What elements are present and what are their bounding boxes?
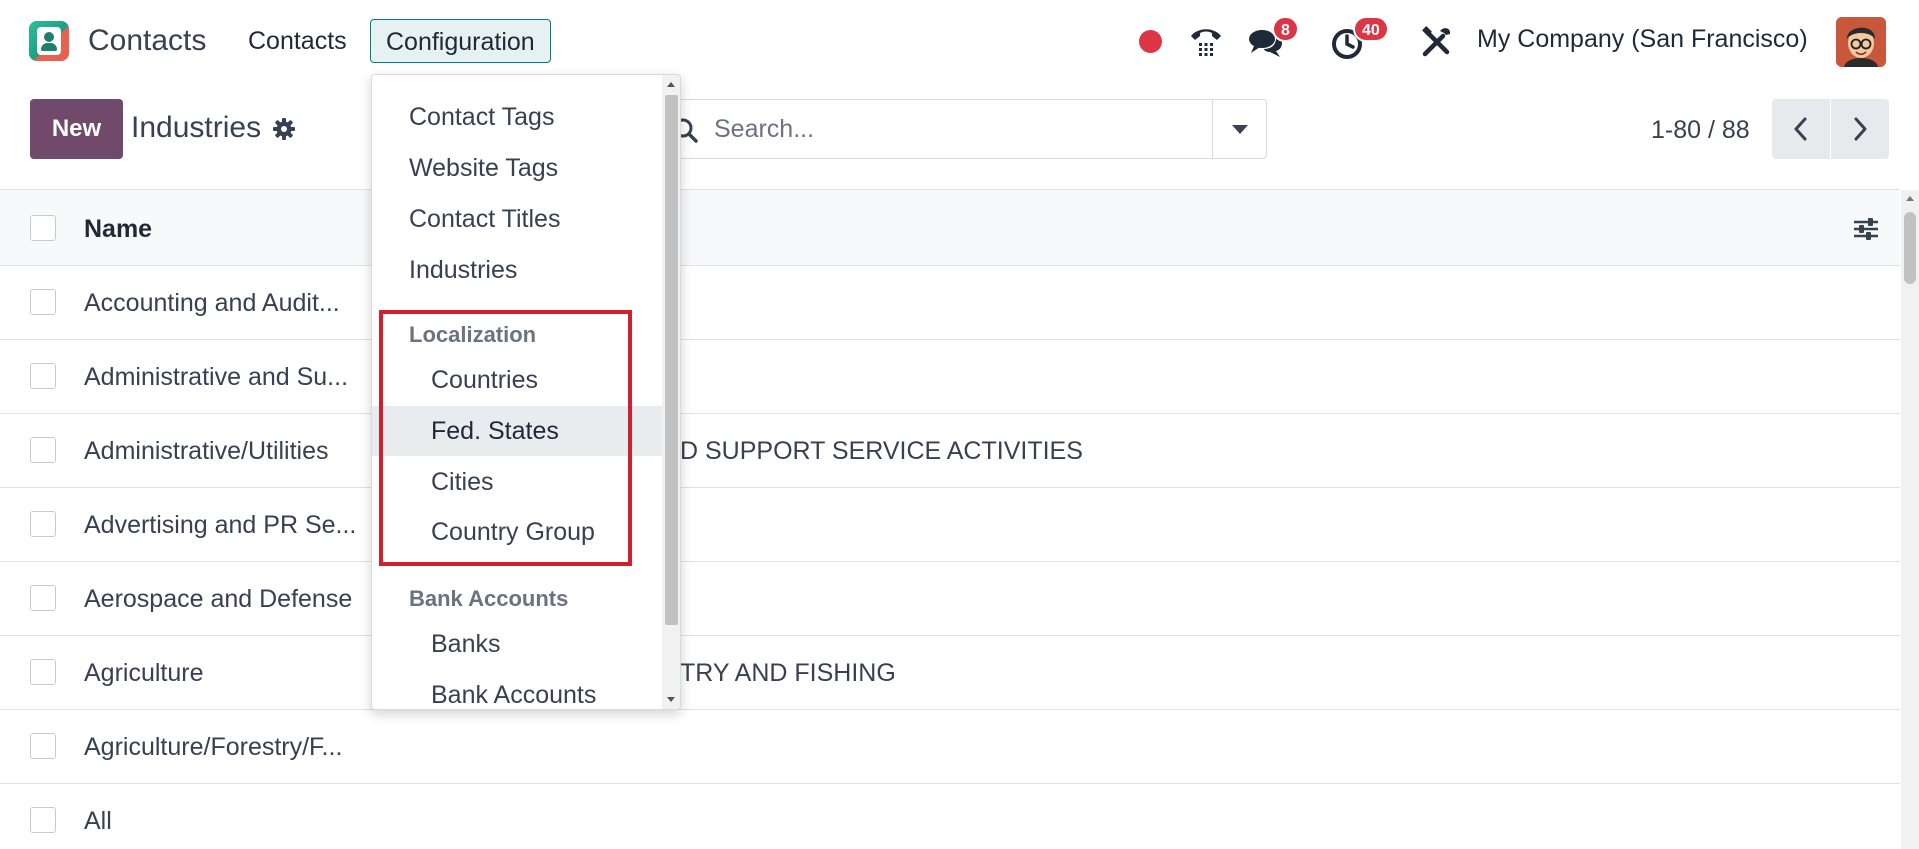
menu-item-website-tags[interactable]: Website Tags xyxy=(372,143,662,193)
search-input[interactable] xyxy=(714,108,1194,150)
row-checkbox[interactable] xyxy=(30,733,56,759)
menu-item-bank-accounts[interactable]: Bank Accounts xyxy=(372,670,662,709)
list-scrollbar[interactable] xyxy=(1901,190,1919,849)
messages-badge: 8 xyxy=(1272,16,1299,42)
app-icon-person-body xyxy=(41,43,57,51)
menu-configuration[interactable]: Configuration xyxy=(370,19,551,63)
table-row[interactable]: Administrative and Su... xyxy=(0,340,1900,414)
row-name: Administrative/Utilities xyxy=(84,437,329,465)
menu-item-fed-states[interactable]: Fed. States xyxy=(372,406,662,456)
row-name: All xyxy=(84,807,112,835)
row-name: Agriculture/Forestry/F... xyxy=(84,733,343,761)
bank-accounts-section-header: Bank Accounts xyxy=(409,586,569,611)
recording-dot-icon[interactable] xyxy=(1139,30,1162,53)
scrollbar-thumb[interactable] xyxy=(1904,212,1916,284)
search-bar xyxy=(655,99,1267,159)
avatar-face-icon xyxy=(1836,17,1886,67)
table-row[interactable]: All xyxy=(0,784,1900,849)
phone-icon[interactable] xyxy=(1186,22,1226,62)
dropdown-scrollbar[interactable] xyxy=(662,75,680,709)
pager-value[interactable]: 1-80 / 88 xyxy=(1651,116,1750,145)
chevron-right-icon xyxy=(1854,117,1867,141)
top-navbar: Contacts Contacts Configuration 8 40 My … xyxy=(0,0,1919,84)
contacts-app-icon[interactable] xyxy=(29,21,69,61)
user-avatar[interactable] xyxy=(1836,17,1886,67)
table-row[interactable]: Agriculture/Forestry/F... xyxy=(0,710,1900,784)
menu-item-cities[interactable]: Cities xyxy=(372,457,662,507)
row-name: Agriculture xyxy=(84,659,204,687)
sliders-icon[interactable] xyxy=(1852,216,1880,242)
menu-item-country-group[interactable]: Country Group xyxy=(372,507,662,557)
chevron-left-icon xyxy=(1794,117,1807,141)
row-name: Administrative and Su... xyxy=(84,363,349,391)
menu-contacts[interactable]: Contacts xyxy=(232,19,363,63)
row-checkbox[interactable] xyxy=(30,807,56,833)
row-checkbox[interactable] xyxy=(30,585,56,611)
row-checkbox[interactable] xyxy=(30,363,56,389)
new-button[interactable]: New xyxy=(30,99,123,159)
configuration-dropdown: Contact Tags Website Tags Contact Titles… xyxy=(371,74,681,710)
scroll-down-arrow-icon[interactable] xyxy=(667,697,675,702)
row-full-name: TRY AND FISHING xyxy=(680,659,896,687)
column-header-name[interactable]: Name xyxy=(84,215,152,244)
menu-item-industries[interactable]: Industries xyxy=(372,245,662,295)
company-switcher[interactable]: My Company (San Francisco) xyxy=(1477,25,1808,54)
select-all-checkbox[interactable] xyxy=(30,215,56,241)
table-row[interactable]: Administrative/Utilities D SUPPORT SERVI… xyxy=(0,414,1900,488)
search-options-toggle[interactable] xyxy=(1212,100,1266,158)
row-checkbox[interactable] xyxy=(30,659,56,685)
row-name: Aerospace and Defense xyxy=(84,585,353,613)
row-name: Advertising and PR Se... xyxy=(84,511,357,539)
pager-next-button[interactable] xyxy=(1831,99,1889,159)
activities-badge: 40 xyxy=(1353,16,1389,42)
table-row[interactable]: Advertising and PR Se... xyxy=(0,488,1900,562)
breadcrumb-industries: Industries xyxy=(131,111,262,144)
row-name: Accounting and Audit... xyxy=(84,289,340,317)
row-full-name: D SUPPORT SERVICE ACTIVITIES xyxy=(680,437,1083,465)
menu-item-contact-titles[interactable]: Contact Titles xyxy=(372,194,662,244)
caret-down-icon xyxy=(1232,125,1248,134)
gear-icon[interactable] xyxy=(272,117,296,141)
table-row[interactable]: Agriculture TRY AND FISHING xyxy=(0,636,1900,710)
pager-previous-button[interactable] xyxy=(1772,99,1830,159)
tools-icon[interactable] xyxy=(1417,22,1457,62)
menu-item-banks[interactable]: Banks xyxy=(372,619,662,669)
scroll-up-arrow-icon[interactable] xyxy=(667,82,675,87)
row-checkbox[interactable] xyxy=(30,511,56,537)
table-row[interactable]: Aerospace and Defense xyxy=(0,562,1900,636)
list-header: Name xyxy=(0,189,1900,266)
row-checkbox[interactable] xyxy=(30,437,56,463)
localization-section-header: Localization xyxy=(409,322,537,347)
app-name[interactable]: Contacts xyxy=(88,24,206,58)
industries-list: Name Accounting and Audit... Administrat… xyxy=(0,189,1900,849)
app-icon-person-head xyxy=(44,32,54,42)
menu-item-countries[interactable]: Countries xyxy=(372,355,662,405)
dropdown-scrollbar-thumb[interactable] xyxy=(665,95,678,625)
table-row[interactable]: Accounting and Audit... xyxy=(0,266,1900,340)
row-checkbox[interactable] xyxy=(30,289,56,315)
menu-item-contact-tags[interactable]: Contact Tags xyxy=(372,92,662,142)
scroll-up-arrow-icon[interactable] xyxy=(1906,196,1914,201)
